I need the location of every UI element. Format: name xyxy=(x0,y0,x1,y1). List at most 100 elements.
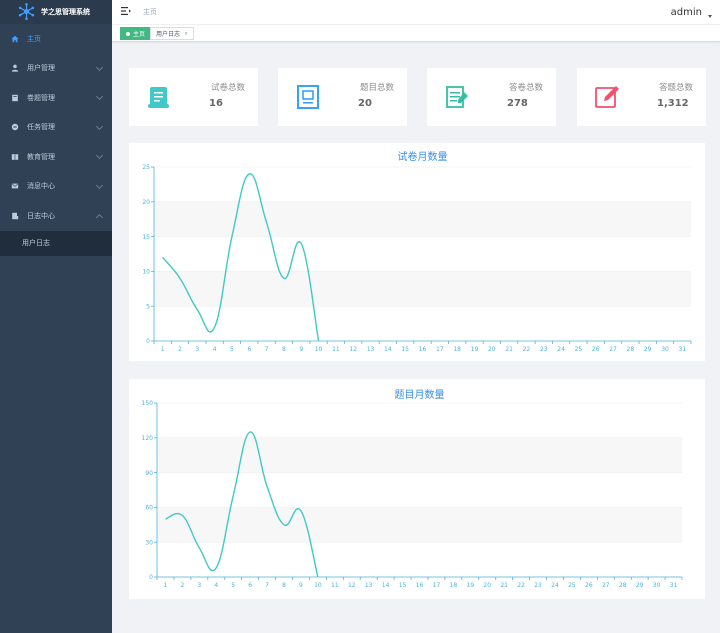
x-tick-label: 17 xyxy=(436,346,444,353)
grid-band xyxy=(157,403,682,438)
stat-label: 答题总数 xyxy=(658,83,693,93)
sidebar-item-log-center[interactable]: 日志中心 xyxy=(0,201,112,231)
x-tick-label: 20 xyxy=(488,346,496,353)
sidebar: 学之思管理系统 主页 用户管理 卷题管理 任务管理 教育管理 消息中心 日志中心… xyxy=(0,0,112,633)
chart-title: 题目月数量 xyxy=(395,388,445,401)
y-tick-label: 150 xyxy=(142,400,154,407)
x-tick-label: 29 xyxy=(636,582,644,589)
x-tick-label: 2 xyxy=(178,346,182,353)
x-tick-label: 26 xyxy=(592,346,600,353)
grid-band xyxy=(154,201,691,237)
x-tick-label: 5 xyxy=(231,582,235,589)
breadcrumb[interactable]: 主页 xyxy=(143,7,157,17)
stat-card-papers[interactable]: 试卷总数 16 xyxy=(129,68,258,126)
logo-icon xyxy=(18,2,35,22)
x-tick-label: 28 xyxy=(627,346,635,353)
grid-band xyxy=(154,306,691,341)
sidebar-item-user-management[interactable]: 用户管理 xyxy=(0,54,112,84)
x-tick-label: 30 xyxy=(661,346,669,353)
x-tick-label: 29 xyxy=(644,346,652,353)
x-tick-label: 28 xyxy=(619,582,627,589)
stat-card-questions[interactable]: 题目总数 20 xyxy=(278,68,407,126)
x-tick-label: 23 xyxy=(534,582,542,589)
x-tick-label: 16 xyxy=(416,582,424,589)
x-tick-label: 31 xyxy=(670,582,678,589)
x-tick-label: 4 xyxy=(213,346,217,353)
x-tick-label: 5 xyxy=(230,346,234,353)
book-icon xyxy=(11,94,19,102)
hamburger-icon[interactable] xyxy=(121,6,131,16)
x-tick-label: 21 xyxy=(505,346,513,353)
y-tick-label: 5 xyxy=(146,303,150,310)
sidebar-item-label: 主页 xyxy=(27,34,41,43)
x-tick-label: 12 xyxy=(349,346,357,353)
x-tick-label: 22 xyxy=(523,346,531,353)
x-tick-label: 19 xyxy=(471,346,479,353)
x-tick-label: 15 xyxy=(401,346,409,353)
sidebar-item-label: 任务管理 xyxy=(27,123,55,132)
x-tick-label: 8 xyxy=(282,582,286,589)
message-icon xyxy=(11,182,19,190)
grid-band xyxy=(157,472,682,508)
x-tick-label: 31 xyxy=(679,346,687,353)
sidebar-item-education-management[interactable]: 教育管理 xyxy=(0,142,112,172)
sidebar-item-exam-management[interactable]: 卷题管理 xyxy=(0,83,112,113)
grid-band xyxy=(157,542,682,577)
x-tick-label: 14 xyxy=(382,582,390,589)
y-tick-label: 120 xyxy=(142,435,154,442)
app-title: 学之思管理系统 xyxy=(41,8,90,16)
chart-title: 试卷月数量 xyxy=(398,150,448,163)
app-logo[interactable]: 学之思管理系统 xyxy=(0,0,112,24)
user-menu[interactable]: admin xyxy=(671,7,702,18)
grid-band xyxy=(157,437,682,473)
chevron-down-icon xyxy=(95,122,104,130)
chart-questions-monthly: 题目月数量03060901201501 2 3 4 5 6 7 8 9 10 11 12 13 14 15 1… xyxy=(142,388,683,589)
user-icon xyxy=(11,64,19,72)
close-icon[interactable]: × xyxy=(184,31,188,37)
y-tick-label: 15 xyxy=(142,234,150,241)
x-tick-label: 19 xyxy=(466,582,474,589)
x-tick-label: 9 xyxy=(299,582,303,589)
chart-panel-questions: 题目月数量 0 30 60 90 120 150 1 2 3 4 5 6 7 8 9 10 11 12 13 14 15 1… xyxy=(129,379,705,599)
x-tick-label: 15 xyxy=(399,582,407,589)
y-tick-label: 60 xyxy=(145,505,153,512)
x-tick-label: 6 xyxy=(247,346,251,353)
paper-scroll-icon xyxy=(146,84,172,110)
y-tick-label: 25 xyxy=(142,164,150,171)
y-tick-label: 0 xyxy=(146,338,150,345)
stat-card-answer-sheets[interactable]: 答卷总数 278 xyxy=(427,68,556,126)
x-tick-label: 26 xyxy=(585,582,593,589)
sidebar-subitem-user-log[interactable]: 用户日志 xyxy=(0,230,112,256)
tag-home[interactable]: 主页 xyxy=(120,27,152,40)
x-tick-label: 18 xyxy=(453,346,461,353)
chart-panel-papers: 试卷月数量 0 5 10 15 20 25 1 2 3 4 5 6 7 8 9 10 11 12 13 14 15 16 17… xyxy=(129,143,705,361)
x-tick-label: 30 xyxy=(653,582,661,589)
tag-label: 主页 xyxy=(133,31,146,38)
stat-card-answers[interactable]: 答题总数 1,312 xyxy=(577,68,706,126)
stat-value: 20 xyxy=(358,98,372,109)
stat-label: 题目总数 xyxy=(359,83,394,93)
caret-down-icon[interactable] xyxy=(708,15,712,18)
x-tick-label: 25 xyxy=(575,346,583,353)
x-tick-label: 6 xyxy=(248,582,252,589)
chevron-up-icon xyxy=(95,213,104,222)
task-icon xyxy=(11,123,19,131)
x-tick-label: 16 xyxy=(419,346,427,353)
x-tick-label: 10 xyxy=(314,582,322,589)
sidebar-item-home[interactable]: 主页 xyxy=(0,24,112,54)
tag-user-log[interactable]: 用户日志 × xyxy=(150,27,195,40)
x-tick-label: 12 xyxy=(348,582,356,589)
chevron-down-icon xyxy=(95,92,104,101)
x-tick-label: 27 xyxy=(609,346,617,353)
sidebar-item-task-management[interactable]: 任务管理 xyxy=(0,113,112,143)
home-icon xyxy=(11,35,19,43)
x-tick-label: 1 xyxy=(161,346,165,353)
x-tick-label: 11 xyxy=(332,346,340,353)
chevron-down-icon xyxy=(95,151,104,160)
x-tick-label: 17 xyxy=(433,582,441,589)
tag-label: 用户日志 xyxy=(156,31,181,38)
x-tick-label: 13 xyxy=(365,582,373,589)
sidebar-item-message-center[interactable]: 消息中心 xyxy=(0,172,112,202)
x-tick-label: 2 xyxy=(180,582,184,589)
x-tick-label: 23 xyxy=(540,346,548,353)
